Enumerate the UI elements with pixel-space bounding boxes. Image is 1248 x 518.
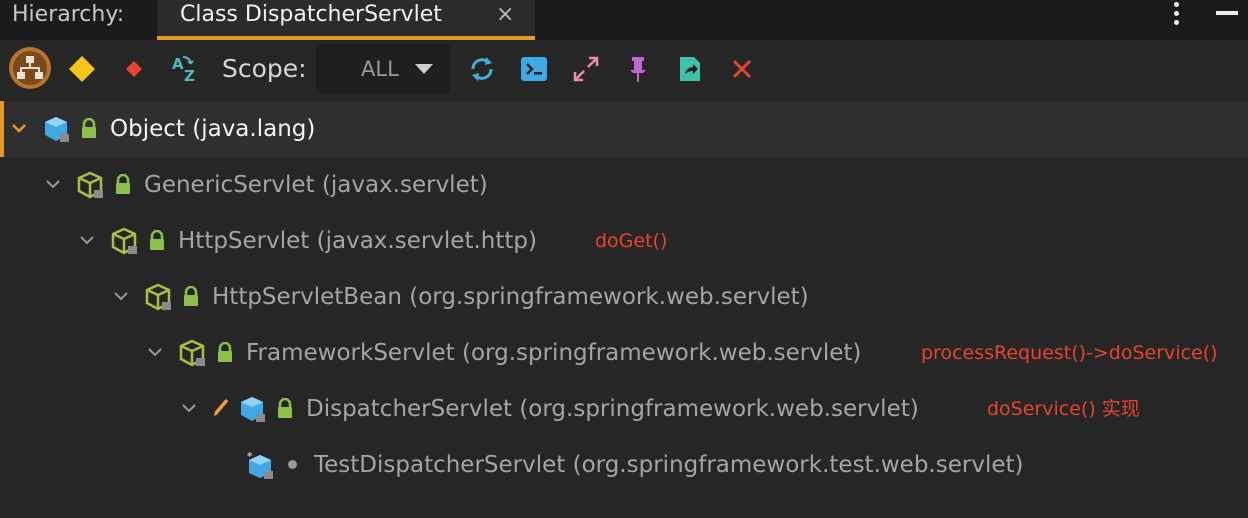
svg-text:A: A [172, 55, 184, 73]
scope-dropdown[interactable]: ALL [316, 44, 450, 94]
public-lock-icon [218, 342, 232, 362]
pin-icon[interactable] [621, 52, 655, 86]
tree-item-label: Object (java.lang) [110, 116, 316, 142]
terminal-icon[interactable] [517, 52, 551, 86]
tree-item-label: FrameworkServlet (org.springframework.we… [246, 340, 862, 366]
tab-title: Class DispatcherServlet [180, 2, 442, 27]
svg-text:*: * [247, 451, 253, 463]
tree-row-httpservletbean[interactable]: HttpServletBean (org.springframework.web… [0, 269, 1248, 325]
tool-window-header: Hierarchy: Class DispatcherServlet × [0, 0, 1248, 40]
export-icon[interactable] [673, 52, 707, 86]
tree-row-testdispatcherservlet[interactable]: * TestDispatcherServlet (org.springframe… [0, 437, 1248, 493]
public-lock-icon [184, 286, 198, 306]
tree-row-genericservlet[interactable]: GenericServlet (javax.servlet) [0, 157, 1248, 213]
public-lock-icon [278, 398, 292, 418]
chevron-down-icon[interactable] [80, 233, 94, 247]
abstract-class-icon [111, 227, 137, 255]
chevron-down-icon[interactable] [182, 401, 196, 415]
tree-row-object[interactable]: Object (java.lang) [0, 101, 1248, 157]
public-lock-icon [150, 230, 164, 250]
annotation-note: doService() 实现 [987, 398, 1140, 420]
tree-row-frameworkservlet[interactable]: FrameworkServlet (org.springframework.we… [0, 325, 1248, 381]
svg-text:Z: Z [184, 67, 195, 85]
tree-item-label: DispatcherServlet (org.springframework.w… [306, 396, 919, 422]
tree-item-label: HttpServlet (javax.servlet.http) [178, 228, 537, 254]
abstract-class-icon [179, 339, 205, 367]
public-lock-icon [116, 174, 130, 194]
chevron-down-icon[interactable] [148, 345, 162, 359]
tree-row-httpservlet[interactable]: HttpServlet (javax.servlet.http) doGet() [0, 213, 1248, 269]
subtypes-icon[interactable] [117, 52, 151, 86]
package-private-dot-icon [288, 460, 297, 469]
abstract-class-icon [77, 171, 103, 199]
sort-alphabetically-icon[interactable]: A Z [169, 52, 203, 86]
chevron-down-icon[interactable] [114, 289, 128, 303]
annotation-note: processRequest()->doService() [921, 342, 1218, 364]
scope-label: Scope: [222, 54, 307, 83]
minimize-icon[interactable] [1216, 11, 1238, 15]
tree-item-label: GenericServlet (javax.servlet) [144, 172, 488, 198]
expand-icon[interactable] [569, 52, 603, 86]
tab-class-dispatcherservlet[interactable]: Class DispatcherServlet × [157, 0, 535, 40]
chevron-down-icon[interactable] [12, 121, 26, 135]
chevron-down-icon [415, 64, 433, 74]
chevron-down-icon[interactable] [46, 177, 60, 191]
close-icon[interactable] [725, 52, 759, 86]
public-lock-icon [82, 118, 96, 138]
tree-row-dispatcherservlet[interactable]: DispatcherServlet (org.springframework.w… [0, 381, 1248, 437]
pencil-icon [214, 398, 229, 416]
annotation-note: doGet() [595, 230, 668, 252]
tab-close-icon[interactable]: × [496, 0, 514, 30]
refresh-icon[interactable] [465, 52, 499, 86]
tree-item-label: TestDispatcherServlet (org.springframewo… [314, 452, 1024, 478]
toolbar: A Z Scope: ALL [0, 40, 1248, 98]
class-icon [45, 117, 69, 142]
class-hierarchy-icon[interactable] [8, 46, 52, 90]
abstract-class-icon [145, 283, 171, 311]
test-class-icon: * [247, 451, 273, 479]
hierarchy-label: Hierarchy: [12, 2, 125, 27]
more-options-icon[interactable] [1166, 2, 1186, 28]
class-icon [241, 397, 265, 422]
supertypes-icon[interactable] [65, 52, 99, 86]
tree-item-label: HttpServletBean (org.springframework.web… [212, 284, 809, 310]
scope-value: ALL [361, 57, 399, 81]
